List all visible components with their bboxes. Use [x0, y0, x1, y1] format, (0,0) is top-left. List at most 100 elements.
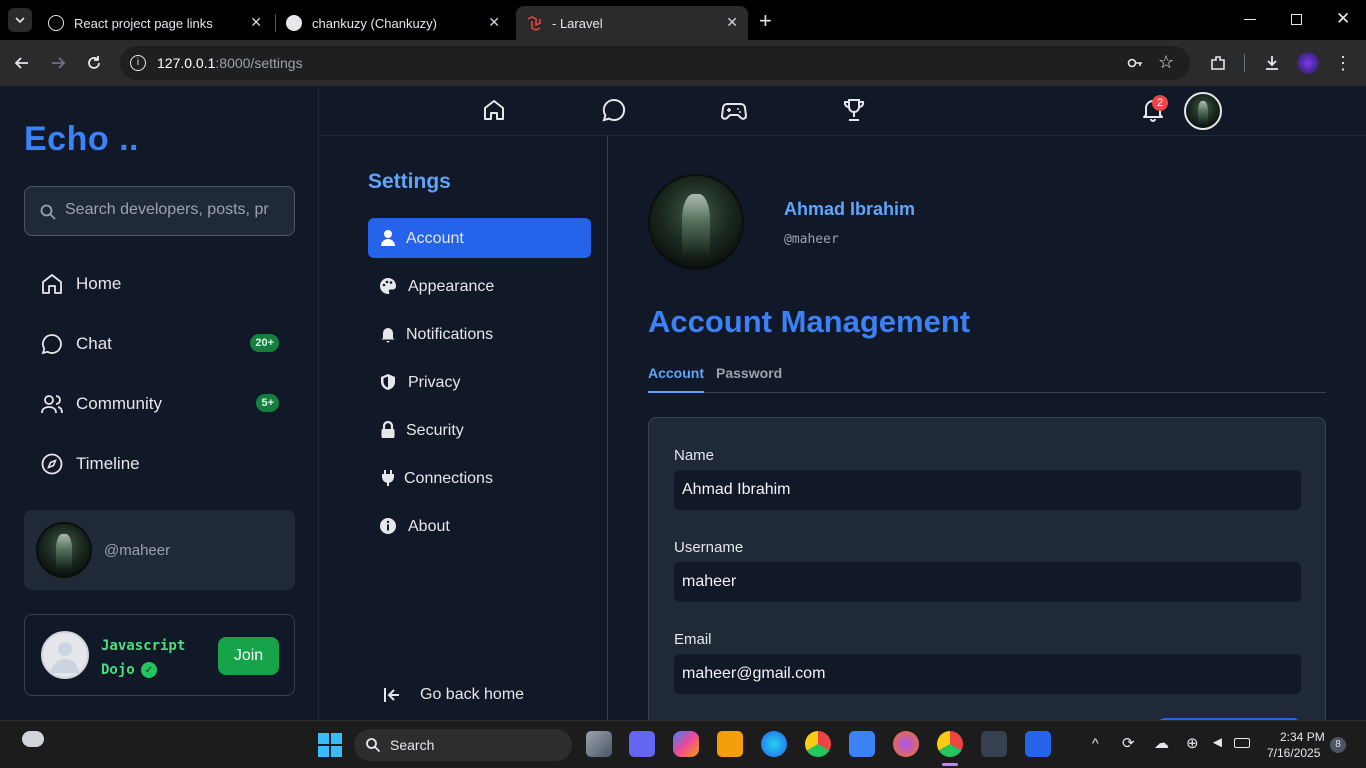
profile-name: Ahmad Ibrahim: [784, 199, 916, 219]
meet-icon[interactable]: [629, 731, 655, 757]
file-explorer-icon[interactable]: [717, 731, 743, 757]
bookmark-star-icon[interactable]: ☆: [1158, 52, 1174, 73]
shield-icon: [381, 374, 395, 390]
sidebar-item-community[interactable]: Community 5+: [24, 380, 295, 428]
tab-title: chankuzy (Chankuzy): [312, 15, 437, 31]
settings-item-label: Notifications: [406, 326, 494, 343]
close-tab-icon[interactable]: ✕: [726, 14, 738, 31]
search-icon: [40, 204, 56, 220]
home-icon[interactable]: [481, 97, 507, 123]
user-handle: @maheer: [104, 542, 171, 559]
browser-toolbar: i 127.0.0.1:8000/settings ☆ ⋮: [0, 40, 1366, 86]
active-app-indicator: [942, 763, 958, 766]
tab-account[interactable]: Account: [648, 365, 704, 393]
taskbar-search[interactable]: Search: [354, 729, 572, 761]
browser-tab-active[interactable]: - Laravel ✕: [516, 6, 748, 40]
join-group-button[interactable]: Join: [218, 637, 279, 675]
weather-icon[interactable]: [22, 731, 44, 747]
avatar[interactable]: [1184, 92, 1222, 130]
group-name[interactable]: Javascript Dojo ✓: [101, 634, 201, 682]
menu-kebab-icon[interactable]: ⋮: [1332, 52, 1354, 74]
app-logo[interactable]: Echo ..: [24, 120, 139, 159]
chat-icon[interactable]: [601, 97, 627, 123]
bell-icon: [381, 328, 395, 343]
copilot-icon[interactable]: [673, 731, 699, 757]
address-bar[interactable]: i 127.0.0.1:8000/settings ☆: [120, 46, 1190, 80]
settings-item-account[interactable]: Account: [368, 218, 591, 258]
settings-item-appearance[interactable]: Appearance: [368, 266, 591, 306]
sidebar-item-label: Timeline: [76, 454, 140, 473]
edge-icon[interactable]: [761, 731, 787, 757]
tab-search-button[interactable]: [8, 8, 32, 32]
email-field[interactable]: [674, 654, 1301, 694]
chat-icon: [41, 334, 62, 355]
verified-check-icon: ✓: [140, 662, 157, 678]
taskbar-search-label: Search: [390, 737, 435, 753]
reload-icon[interactable]: [83, 52, 105, 74]
close-tab-icon[interactable]: ✕: [250, 14, 262, 31]
search-input[interactable]: [65, 201, 285, 219]
chrome-profile-icon[interactable]: [937, 731, 963, 757]
name-field[interactable]: [674, 470, 1301, 510]
browser-tab[interactable]: React project page links ✕: [38, 6, 272, 40]
site-info-icon[interactable]: i: [130, 55, 146, 71]
task-view-icon[interactable]: [586, 731, 612, 757]
forward-icon[interactable]: [47, 52, 69, 74]
globe-icon[interactable]: ⊕: [1186, 734, 1199, 752]
password-key-icon[interactable]: [1126, 54, 1144, 77]
sidebar-item-timeline[interactable]: Timeline: [24, 440, 295, 488]
gamepad-icon[interactable]: [721, 97, 747, 123]
settings-item-about[interactable]: About: [368, 506, 591, 546]
community-count-badge: 5+: [256, 394, 279, 412]
username-label: Username: [674, 539, 744, 556]
restore-icon[interactable]: [1291, 14, 1302, 25]
app-sidebar: Echo .. Home Chat 20+ Community 5+ Timel…: [0, 86, 319, 720]
start-windows-icon[interactable]: [318, 733, 342, 757]
extensions-icon[interactable]: [1207, 52, 1229, 74]
new-tab-icon[interactable]: +: [759, 8, 772, 34]
settings-item-connections[interactable]: Connections: [368, 458, 591, 498]
trophy-icon[interactable]: [841, 97, 867, 123]
compass-icon: [41, 453, 63, 475]
browser-tab[interactable]: chankuzy (Chankuzy) ✕: [276, 6, 510, 40]
username-field[interactable]: [674, 562, 1301, 602]
notification-count-badge: 2: [1152, 95, 1168, 111]
page-title: Account Management: [648, 304, 971, 339]
chevron-down-icon: [15, 17, 25, 24]
sidebar-item-label: Chat: [76, 334, 112, 353]
back-icon[interactable]: [11, 52, 33, 74]
tab-password[interactable]: Password: [716, 365, 782, 393]
notification-center-badge[interactable]: 8: [1330, 737, 1346, 753]
vscode-icon[interactable]: [1025, 731, 1051, 757]
minimize-icon[interactable]: [1244, 19, 1256, 20]
volume-icon[interactable]: ◄: [1210, 734, 1225, 751]
sync-icon[interactable]: ⟳: [1122, 734, 1135, 752]
sidebar-item-chat[interactable]: Chat 20+: [24, 320, 295, 368]
settings-title: Settings: [368, 170, 451, 193]
window-close-icon[interactable]: ✕: [1336, 9, 1350, 29]
palette-icon: [380, 278, 397, 294]
chrome-icon[interactable]: [805, 731, 831, 757]
tab-title: - Laravel: [552, 15, 603, 31]
profile-avatar-icon[interactable]: [1297, 52, 1319, 74]
settings-item-privacy[interactable]: Privacy: [368, 362, 591, 402]
download-icon[interactable]: [1261, 52, 1283, 74]
firefox-icon[interactable]: [893, 731, 919, 757]
cloud-off-icon[interactable]: ☁: [1154, 734, 1169, 752]
terminal-icon[interactable]: [981, 731, 1007, 757]
go-back-home-link[interactable]: Go back home: [382, 684, 582, 708]
laravel-icon: [526, 15, 542, 31]
settings-item-security[interactable]: Security: [368, 410, 591, 450]
clock-date[interactable]: 7/16/2025: [1267, 746, 1320, 760]
users-icon: [41, 395, 63, 414]
store-icon[interactable]: [849, 731, 875, 757]
battery-icon[interactable]: [1234, 738, 1250, 748]
search-box[interactable]: [24, 186, 295, 236]
close-tab-icon[interactable]: ✕: [488, 14, 500, 31]
settings-item-notifications[interactable]: Notifications: [368, 314, 591, 354]
profile-avatar[interactable]: [648, 174, 744, 270]
clock-time[interactable]: 2:34 PM: [1280, 730, 1325, 744]
tray-chevron-up-icon[interactable]: ^: [1092, 735, 1099, 751]
sidebar-item-home[interactable]: Home: [24, 260, 295, 308]
current-user-card[interactable]: @maheer: [24, 510, 295, 590]
